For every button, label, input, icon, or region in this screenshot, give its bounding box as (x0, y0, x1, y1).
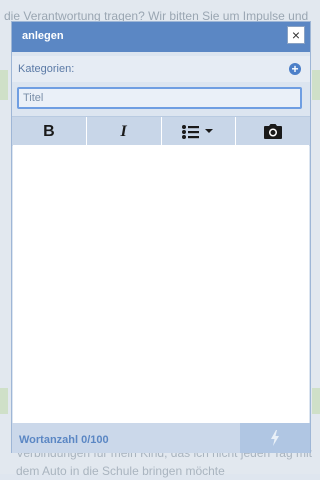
background-decoration (0, 388, 8, 414)
image-upload-button[interactable] (236, 117, 310, 146)
list-icon (182, 124, 214, 139)
word-count: Wortanzahl 0/100 (19, 434, 109, 446)
bold-button[interactable]: B (12, 117, 87, 146)
dialog-footer: Wortanzahl 0/100 (12, 423, 310, 453)
dialog-header: anlegen × (12, 22, 310, 52)
italic-button[interactable]: I (87, 117, 162, 146)
italic-icon: I (120, 122, 127, 140)
close-icon: × (291, 27, 301, 43)
categories-row[interactable]: Kategorien: + (12, 56, 310, 82)
list-button[interactable] (162, 117, 237, 146)
title-input[interactable] (17, 87, 302, 109)
text-editor[interactable] (13, 145, 309, 423)
categories-label: Kategorien: (18, 63, 75, 75)
bolt-icon (271, 430, 279, 446)
editor-toolbar: B I (12, 116, 310, 146)
submit-button[interactable] (240, 423, 310, 453)
dialog-title: anlegen (22, 30, 64, 42)
add-category-icon[interactable]: + (289, 63, 301, 75)
background-decoration (312, 70, 320, 100)
background-decoration (0, 70, 8, 100)
create-entry-dialog: anlegen × Kategorien: + B I (11, 21, 311, 453)
background-decoration (312, 388, 320, 414)
camera-icon (264, 124, 283, 139)
bold-icon: B (43, 122, 55, 140)
close-button[interactable]: × (287, 26, 305, 44)
